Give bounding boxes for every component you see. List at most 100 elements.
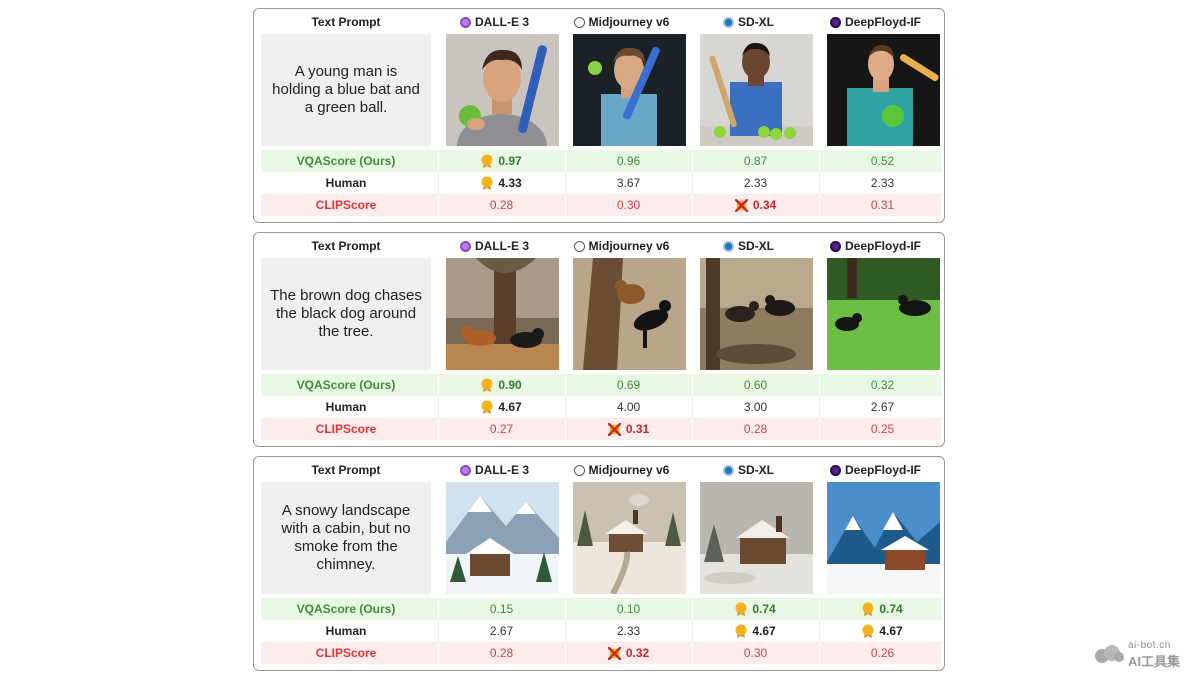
clipscore-label: CLIPScore: [315, 646, 377, 660]
watermark: ai-bot.cn AI工具集: [1092, 640, 1192, 669]
medal-icon: [862, 602, 874, 616]
model-header-midjourney: Midjourney v6: [558, 233, 685, 259]
watermark-logo-icon: [1095, 645, 1124, 663]
score-cell: 0.31: [819, 194, 945, 216]
human-label: Human: [325, 176, 367, 190]
clipscore-label: CLIPScore: [315, 198, 377, 212]
watermark-url: ai-bot.cn: [1128, 640, 1171, 651]
score-cell: 0.74: [819, 598, 945, 620]
score-cell: 2.33: [565, 620, 691, 642]
medal-icon: [735, 624, 747, 638]
medal-icon: [481, 400, 493, 414]
human-label: Human: [325, 624, 367, 638]
score-cell: 0.97: [438, 150, 564, 172]
score-cell: 4.67: [819, 620, 945, 642]
score-cell: 0.30: [565, 194, 691, 216]
score-cell: 0.52: [819, 150, 945, 172]
human-row: Human 4.33 3.67 2.33 2.33: [261, 172, 941, 194]
score-cell: 4.33: [438, 172, 564, 194]
wrong-medal-icon: [607, 646, 622, 660]
comparison-panel-2: Text Prompt DALL-E 3 Midjourney v6 SD-XL…: [253, 232, 945, 447]
vqascore-row: VQAScore (Ours) 0.15 0.10 0.74 0.74: [261, 598, 941, 620]
model-header-dalle: DALL-E 3: [431, 233, 558, 259]
sdxl-icon: [723, 16, 734, 28]
score-cell: 0.31: [565, 418, 691, 440]
medal-icon: [735, 602, 747, 616]
human-label: Human: [325, 400, 367, 414]
midjourney-icon: [573, 16, 585, 28]
model-header-dalle: DALL-E 3: [431, 9, 558, 35]
prompt-text: The brown dog chases the black dog aroun…: [261, 258, 431, 370]
medal-icon: [481, 176, 493, 190]
vqascore-row: VQAScore (Ours) 0.97 0.96 0.87 0.52: [261, 150, 941, 172]
model-header-midjourney: Midjourney v6: [558, 457, 685, 483]
generated-image-sdxl: [700, 258, 813, 370]
generated-image-sdxl: [700, 482, 813, 594]
prompt-text: A young man is holding a blue bat and a …: [261, 34, 431, 146]
score-cell: 3.67: [565, 172, 691, 194]
text-prompt-header: Text Prompt: [311, 15, 381, 29]
generated-image-midjourney: [573, 34, 686, 146]
score-cell: 0.30: [692, 642, 818, 664]
score-cell: 2.67: [438, 620, 564, 642]
score-cell: 0.90: [438, 374, 564, 396]
score-cell: 0.32: [565, 642, 691, 664]
score-cell: 0.25: [819, 418, 945, 440]
score-cell: 0.32: [819, 374, 945, 396]
wrong-medal-icon: [734, 198, 749, 212]
generated-image-dalle: [446, 34, 559, 146]
score-cell: 2.33: [692, 172, 818, 194]
score-cell: 3.00: [692, 396, 818, 418]
score-cell: 2.67: [819, 396, 945, 418]
prompt-text: A snowy landscape with a cabin, but no s…: [261, 482, 431, 594]
score-cell: 4.00: [565, 396, 691, 418]
text-prompt-header: Text Prompt: [311, 239, 381, 253]
human-row: Human 4.67 4.00 3.00 2.67: [261, 396, 941, 418]
sdxl-icon: [723, 464, 734, 476]
medal-icon: [862, 624, 874, 638]
score-cell: 4.67: [438, 396, 564, 418]
score-cell: 0.27: [438, 418, 564, 440]
clipscore-row: CLIPScore 0.28 0.32 0.30 0.26: [261, 642, 941, 664]
score-cell: 0.10: [565, 598, 691, 620]
score-cell: 0.26: [819, 642, 945, 664]
text-prompt-header: Text Prompt: [311, 463, 381, 477]
vqascore-row: VQAScore (Ours) 0.90 0.69 0.60 0.32: [261, 374, 941, 396]
generated-image-midjourney: [573, 258, 686, 370]
watermark-brand: AI工具集: [1128, 654, 1181, 669]
clipscore-label: CLIPScore: [315, 422, 377, 436]
model-header-sdxl: SD-XL: [685, 9, 812, 35]
score-cell: 0.28: [438, 194, 564, 216]
dalle-icon: [460, 16, 471, 28]
clipscore-row: CLIPScore 0.27 0.31 0.28 0.25: [261, 418, 941, 440]
vqascore-label: VQAScore (Ours): [296, 378, 396, 392]
dalle-icon: [460, 464, 471, 476]
score-cell: 0.28: [438, 642, 564, 664]
model-header-sdxl: SD-XL: [685, 233, 812, 259]
score-cell: 4.67: [692, 620, 818, 642]
score-cell: 0.28: [692, 418, 818, 440]
score-cell: 0.74: [692, 598, 818, 620]
model-header-sdxl: SD-XL: [685, 457, 812, 483]
model-header-deepfloyd: DeepFloyd-IF: [812, 233, 939, 259]
vqascore-label: VQAScore (Ours): [296, 602, 396, 616]
generated-image-deepfloyd: [827, 482, 940, 594]
comparison-panel-3: Text Prompt DALL-E 3 Midjourney v6 SD-XL…: [253, 456, 945, 671]
human-row: Human 2.67 2.33 4.67 4.67: [261, 620, 941, 642]
sdxl-icon: [723, 240, 734, 252]
score-cell: 0.60: [692, 374, 818, 396]
deepfloyd-icon: [829, 240, 841, 252]
generated-image-dalle: [446, 258, 559, 370]
wrong-medal-icon: [607, 422, 622, 436]
score-cell: 0.34: [692, 194, 818, 216]
comparison-panel-1: Text Prompt DALL-E 3 Midjourney v6 SD-XL…: [253, 8, 945, 223]
deepfloyd-icon: [829, 16, 841, 28]
medal-icon: [481, 378, 493, 392]
model-header-dalle: DALL-E 3: [431, 457, 558, 483]
generated-image-sdxl: [700, 34, 813, 146]
deepfloyd-icon: [829, 464, 841, 476]
generated-image-deepfloyd: [827, 258, 940, 370]
vqascore-label: VQAScore (Ours): [296, 154, 396, 168]
dalle-icon: [460, 240, 471, 252]
generated-image-midjourney: [573, 482, 686, 594]
